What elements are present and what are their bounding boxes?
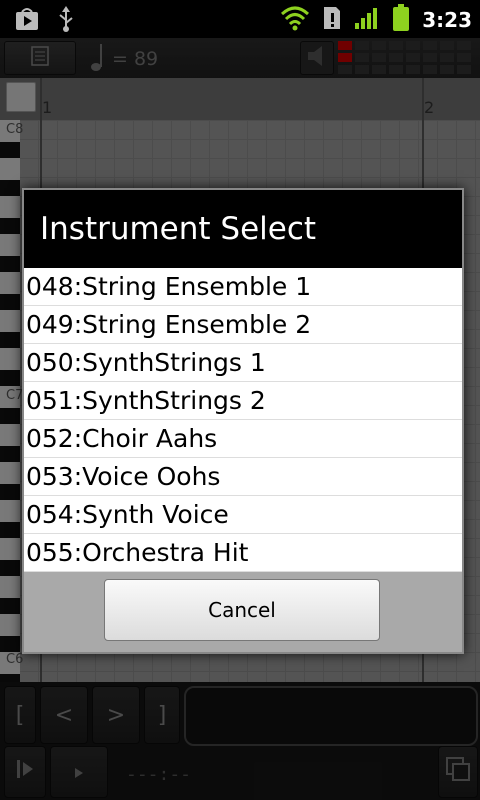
dialog-footer: Cancel	[24, 572, 462, 652]
list-item[interactable]: 048:String Ensemble 1	[24, 268, 462, 306]
signal-icon	[354, 5, 380, 35]
list-item[interactable]: 049:String Ensemble 2	[24, 306, 462, 344]
alert-icon	[322, 5, 342, 35]
list-item[interactable]: 052:Choir Aahs	[24, 420, 462, 458]
wifi-icon	[280, 5, 310, 35]
status-bar: 3:23	[0, 0, 480, 38]
instrument-list[interactable]: 048:String Ensemble 1 049:String Ensembl…	[24, 268, 462, 572]
usb-icon	[56, 6, 76, 36]
list-item[interactable]: 054:Synth Voice	[24, 496, 462, 534]
cancel-button[interactable]: Cancel	[104, 579, 380, 641]
list-item[interactable]: 050:SynthStrings 1	[24, 344, 462, 382]
play-store-icon	[14, 6, 40, 36]
dialog-title: Instrument Select	[24, 190, 462, 268]
battery-icon	[392, 4, 410, 36]
clock: 3:23	[422, 8, 472, 32]
instrument-select-dialog: Instrument Select 048:String Ensemble 1 …	[22, 188, 464, 654]
list-item[interactable]: 053:Voice Oohs	[24, 458, 462, 496]
list-item[interactable]: 055:Orchestra Hit	[24, 534, 462, 572]
list-item[interactable]: 051:SynthStrings 2	[24, 382, 462, 420]
